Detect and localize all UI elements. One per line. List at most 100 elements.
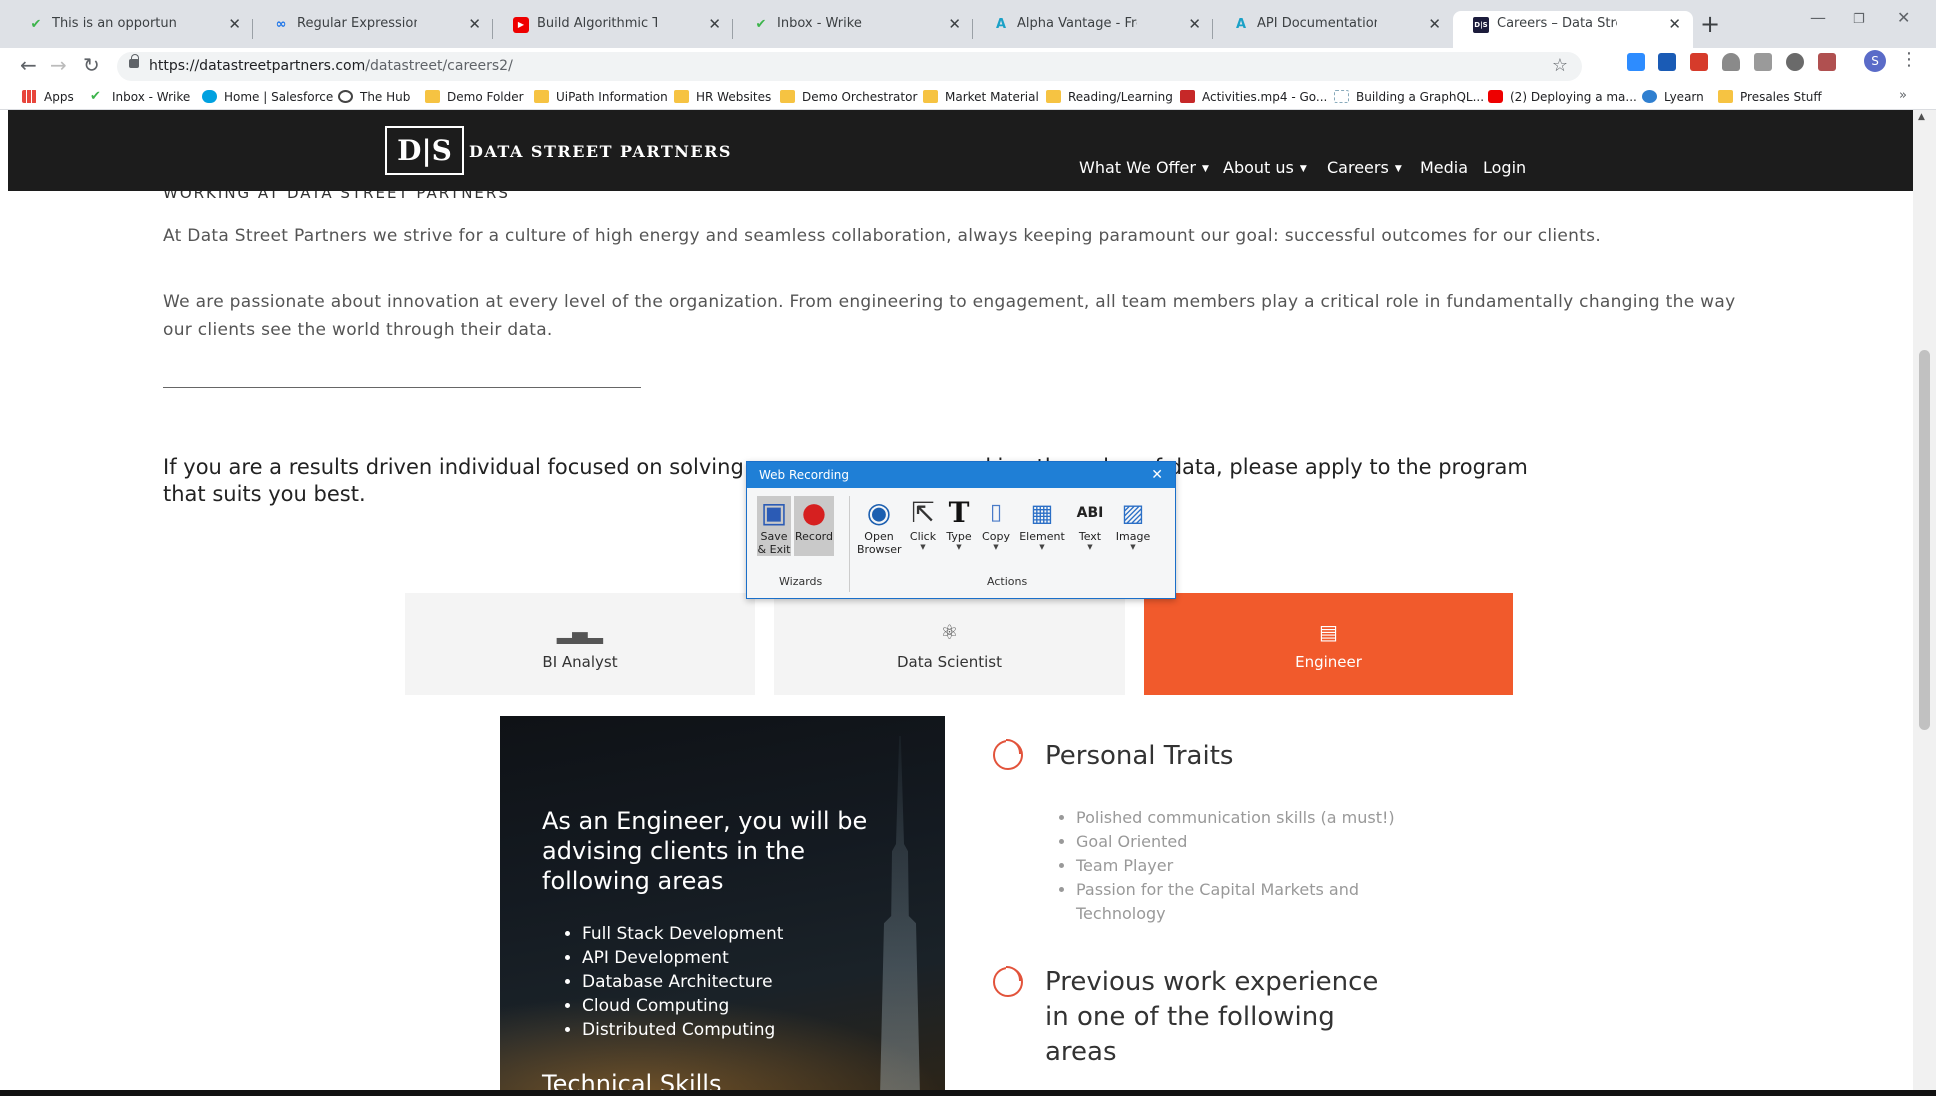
youtube-icon	[1488, 90, 1503, 103]
button-label: Open Browser	[857, 530, 902, 556]
role-label: BI Analyst	[542, 653, 618, 671]
window-close-icon[interactable]: ✕	[1897, 8, 1910, 27]
close-icon[interactable]: ✕	[1188, 11, 1201, 37]
nav-about-us[interactable]: About us ▼	[1223, 158, 1307, 177]
bookmark-hub[interactable]: The Hub	[338, 89, 410, 105]
tab-strip: ✔ This is an opportunity - Wrike ✕ ∞ Reg…	[0, 0, 1936, 48]
bookmark-wrike[interactable]: ✔ Inbox - Wrike	[90, 89, 190, 105]
record-button[interactable]: ● Record	[794, 496, 834, 556]
role-card-bi-analyst[interactable]: ▂▄▂ BI Analyst	[405, 593, 755, 695]
caret-down-icon: ▼	[1201, 164, 1209, 174]
site-logo-mark[interactable]: D|S	[385, 126, 464, 175]
image-icon: ▨	[1121, 499, 1145, 527]
bookmark-uipath[interactable]: UiPath Information	[534, 89, 668, 105]
address-bar[interactable]: https://datastreetpartners.com/datastree…	[117, 52, 1582, 81]
atom-icon: ⚛	[940, 620, 959, 644]
tab-api-docs[interactable]: A API Documentation | Alpha Vanta ✕	[1213, 11, 1453, 48]
bookmark-star-icon[interactable]: ☆	[1552, 55, 1568, 76]
bookmark-label: HR Websites	[696, 90, 772, 104]
bookmark-orchestrator[interactable]: Demo Orchestrator	[780, 89, 917, 105]
forward-icon[interactable]: →	[50, 53, 67, 77]
text-button[interactable]: ABI Text ▼	[1072, 496, 1108, 556]
list-item: API Development	[582, 946, 783, 970]
tab-careers[interactable]: D|S Careers – Data Street Partners ✕	[1453, 11, 1693, 48]
recorder-extension-icon[interactable]	[1690, 53, 1708, 71]
close-icon[interactable]: ✕	[1668, 11, 1681, 37]
nav-login[interactable]: Login	[1483, 158, 1526, 177]
close-icon[interactable]: ✕	[708, 11, 721, 37]
close-icon[interactable]: ✕	[228, 11, 241, 37]
bookmark-presales[interactable]: Presales Stuff	[1718, 89, 1822, 105]
folder-icon	[674, 90, 689, 103]
nav-what-we-offer[interactable]: What We Offer ▼	[1079, 158, 1209, 177]
close-icon[interactable]: ✕	[1151, 462, 1163, 488]
bookmarks-overflow-icon[interactable]: »	[1899, 88, 1907, 103]
dropdown-arrow-icon: ▼	[1087, 543, 1093, 551]
close-icon[interactable]: ✕	[948, 11, 961, 37]
nav-careers[interactable]: Careers ▼	[1327, 158, 1402, 177]
book-extension-icon[interactable]	[1754, 53, 1772, 71]
bookmark-graphql[interactable]: Building a GraphQL...	[1334, 89, 1484, 105]
bookmark-hr[interactable]: HR Websites	[674, 89, 771, 105]
restore-icon[interactable]: ❐	[1853, 12, 1865, 27]
reload-icon[interactable]: ↻	[83, 53, 100, 77]
minimize-icon[interactable]: —	[1810, 8, 1826, 27]
button-label: Click	[909, 530, 937, 543]
tab-wrike-inbox[interactable]: ✔ Inbox - Wrike ✕	[733, 11, 973, 48]
image-button[interactable]: ▨ Image ▼	[1113, 496, 1153, 556]
bookmark-demo-folder[interactable]: Demo Folder	[425, 89, 524, 105]
bookmark-activities[interactable]: Activities.mp4 - Go...	[1180, 89, 1327, 105]
nav-label: Login	[1483, 158, 1527, 177]
bookmark-deploying[interactable]: (2) Deploying a ma...	[1488, 89, 1637, 105]
type-button[interactable]: T Type ▼	[944, 496, 974, 556]
close-icon[interactable]: ✕	[468, 11, 481, 37]
copy-button[interactable]: ▯ Copy ▼	[980, 496, 1012, 556]
close-icon[interactable]: ✕	[1428, 11, 1441, 37]
folder-icon	[780, 90, 795, 103]
role-card-engineer[interactable]: ▤ Engineer	[1144, 593, 1513, 695]
cloud-extension-icon[interactable]	[1722, 53, 1740, 71]
dropdown-arrow-icon: ▼	[1039, 543, 1045, 551]
scrollbar-thumb[interactable]	[1919, 350, 1930, 730]
zoom-extension-icon[interactable]	[1627, 53, 1645, 71]
web-recording-dialog: Web Recording ✕ ▣ Save & Exit ● Record ◉…	[746, 461, 1176, 599]
save-exit-button[interactable]: ▣ Save & Exit	[757, 496, 791, 556]
bookmark-label: Home | Salesforce	[224, 90, 334, 104]
tab-wrike-opportunity[interactable]: ✔ This is an opportunity - Wrike ✕	[8, 11, 253, 48]
list-item: Polished communication skills (a must!)	[1076, 806, 1436, 830]
bookmark-salesforce[interactable]: Home | Salesforce	[202, 89, 333, 105]
button-label: Element	[1019, 530, 1065, 543]
tab-youtube[interactable]: ▶ Build Algorithmic Trading Strateg ✕	[493, 11, 733, 48]
lock-icon	[129, 54, 139, 68]
element-button[interactable]: ▦ Element ▼	[1017, 496, 1067, 556]
bookmark-market[interactable]: Market Material	[923, 89, 1039, 105]
dialog-titlebar[interactable]: Web Recording ✕	[747, 462, 1175, 488]
web-page: D|S DATA STREET PARTNERS What We Offer ▼ …	[8, 110, 1913, 1090]
site-logo-text[interactable]: DATA STREET PARTNERS	[469, 142, 732, 161]
new-tab-button[interactable]: +	[1700, 12, 1720, 36]
uipath-extension-icon[interactable]	[1658, 53, 1676, 71]
open-browser-button[interactable]: ◉ Open Browser	[857, 496, 902, 556]
bookmark-apps[interactable]: Apps	[22, 89, 74, 105]
nav-media[interactable]: Media	[1420, 158, 1468, 177]
click-button[interactable]: ⇱ Click ▼	[907, 496, 939, 556]
folder-icon	[534, 90, 549, 103]
page-scrollbar[interactable]: ▲	[1913, 110, 1936, 1090]
menu-dots-icon[interactable]: ⋮	[1900, 49, 1918, 70]
back-icon[interactable]: ←	[20, 53, 37, 77]
url-path: /datastreet/careers2/	[365, 58, 513, 74]
tab-label: Inbox - Wrike	[777, 16, 862, 31]
circle-extension-icon[interactable]	[1786, 53, 1804, 71]
dropdown-arrow-icon: ▼	[920, 543, 926, 551]
bookmark-label: Reading/Learning	[1068, 90, 1173, 104]
extension-spacer	[1832, 53, 1850, 71]
bookmark-reading[interactable]: Reading/Learning	[1046, 89, 1173, 105]
bookmark-label: Activities.mp4 - Go...	[1202, 90, 1328, 104]
role-card-data-scientist[interactable]: ⚛ Data Scientist	[774, 593, 1125, 695]
avatar[interactable]: S	[1864, 50, 1886, 72]
tab-regex[interactable]: ∞ Regular Expressions - University ✕	[253, 11, 493, 48]
bookmark-lyearn[interactable]: Lyearn	[1642, 89, 1704, 105]
scroll-up-icon[interactable]: ▲	[1918, 112, 1925, 122]
dropdown-arrow-icon: ▼	[1130, 543, 1136, 551]
tab-alphavantage[interactable]: A Alpha Vantage - Free APIs for Re ✕	[973, 11, 1213, 48]
